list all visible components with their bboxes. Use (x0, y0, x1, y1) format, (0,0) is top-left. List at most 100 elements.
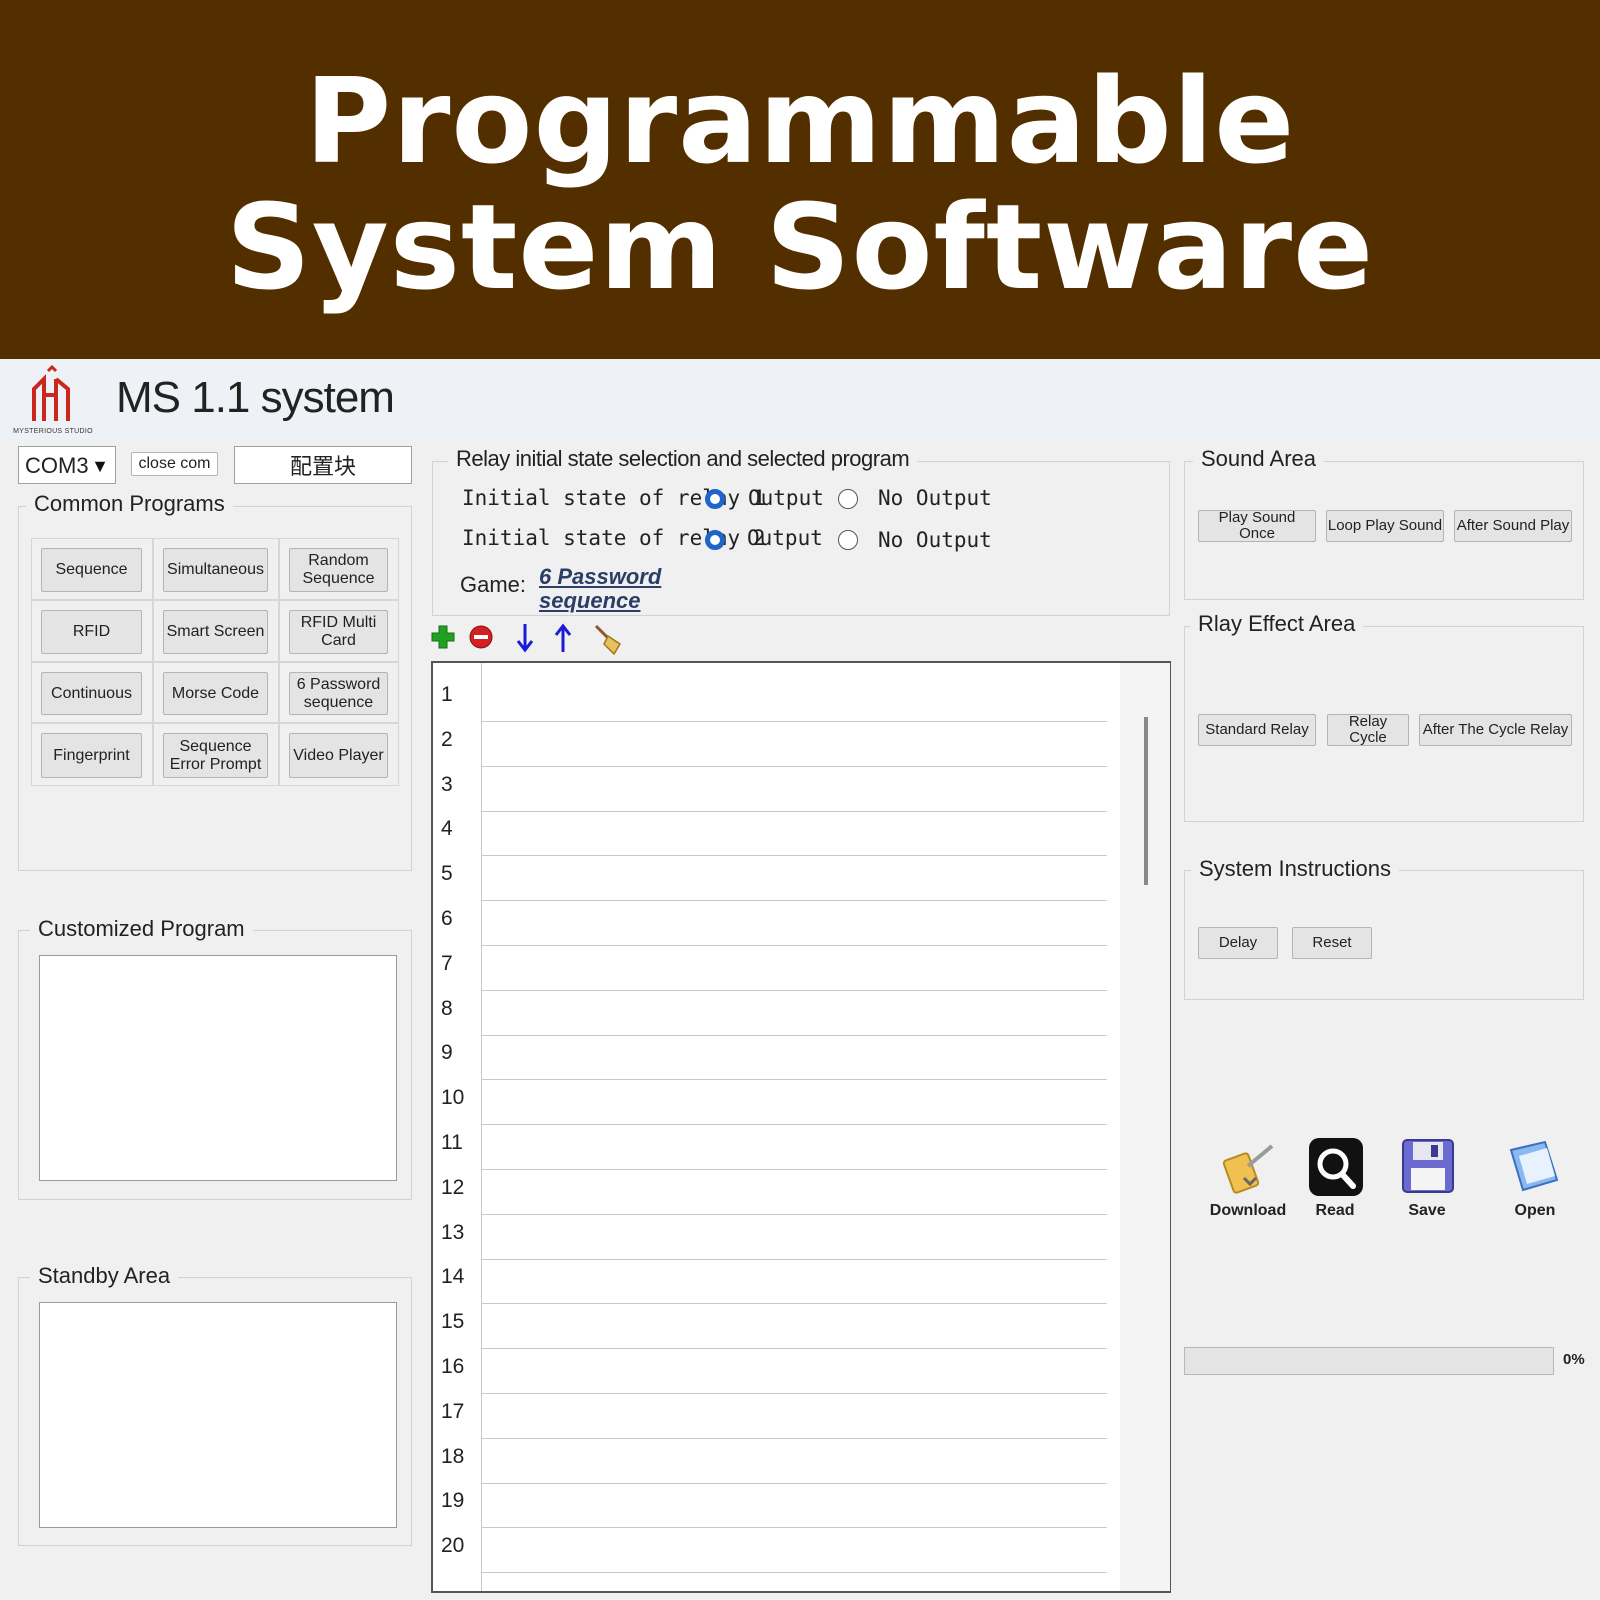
download-label: Download (1209, 1202, 1287, 1219)
row-number: 11 (441, 1131, 463, 1154)
table-row[interactable] (481, 1213, 1107, 1215)
table-row[interactable] (481, 900, 1107, 902)
program-button-sequence[interactable]: Sequence (41, 548, 142, 592)
system-instructions-title: System Instructions (1191, 856, 1399, 882)
config-block-field[interactable]: 配置块 (234, 446, 412, 484)
arrow-down-icon[interactable] (514, 622, 536, 654)
relay-effect-title: Rlay Effect Area (1190, 611, 1364, 637)
table-row[interactable] (481, 1079, 1107, 1081)
row-number: 2 (441, 727, 453, 751)
config-block-label: 配置块 (289, 454, 356, 479)
banner-title-line1: Programmable (304, 52, 1296, 190)
open-tool[interactable]: Open (1485, 1132, 1585, 1232)
common-programs-title: Common Programs (26, 491, 233, 517)
logo-text: MYSTERIOUS STUDIO (13, 428, 93, 435)
row-number: 1 (441, 683, 453, 706)
program-steps-list[interactable]: 1 2 3 4 5 6 7 8 9 10 11 12 13 14 15 16 17 18 19 20 (431, 661, 1171, 1593)
table-row[interactable] (481, 1124, 1107, 1126)
customized-program-list[interactable] (39, 955, 397, 1181)
delay-button[interactable]: Delay (1198, 927, 1278, 959)
program-button-simultaneous[interactable]: Simultaneous (163, 548, 268, 592)
progress-bar (1184, 1347, 1554, 1375)
banner-title-line2: System Software (225, 178, 1375, 316)
save-tool[interactable]: Save (1377, 1132, 1477, 1232)
game-link-line2[interactable]: sequence (539, 588, 641, 614)
relay-cycle-button[interactable]: Relay Cycle (1327, 713, 1409, 746)
relay1-no-output-radio[interactable] (838, 489, 858, 509)
row-number: 17 (441, 1399, 465, 1423)
program-button-6-password-sequence[interactable]: 6 Password sequence (289, 672, 388, 715)
game-label: Game: (460, 572, 527, 597)
row-number: 20 (441, 1534, 465, 1558)
port-value: COM3 (25, 453, 89, 478)
row-number: 10 (441, 1086, 465, 1110)
standby-area-list[interactable] (39, 1302, 397, 1528)
standard-relay-button[interactable]: Standard Relay (1198, 714, 1316, 746)
table-row[interactable] (481, 765, 1107, 767)
customized-program-title: Customized Program (30, 916, 253, 942)
port-select[interactable]: COM3 ▼ (18, 446, 116, 484)
program-button-random-sequence[interactable]: Random Sequence (289, 548, 388, 592)
table-row[interactable] (481, 855, 1107, 857)
scrollbar-thumb[interactable] (1144, 717, 1148, 885)
program-button-video-player[interactable]: Video Player (289, 733, 388, 778)
app-logo: MYSTERIOUS STUDIO (8, 364, 93, 435)
close-com-button[interactable]: close com (131, 452, 218, 476)
table-row[interactable] (481, 945, 1107, 946)
game-link-line1[interactable]: 6 Password (539, 564, 661, 590)
relay2-no-output-label: No Output (878, 528, 992, 552)
table-row[interactable] (481, 1527, 1107, 1529)
app-header: MYSTERIOUS STUDIO MS 1.1 system (0, 359, 1600, 439)
arrow-up-icon[interactable] (552, 622, 574, 654)
after-cycle-relay-button[interactable]: After The Cycle Relay (1419, 714, 1572, 746)
progress-label: 0% (1563, 1351, 1585, 1368)
table-row[interactable] (481, 1034, 1107, 1036)
table-row[interactable] (481, 1169, 1107, 1170)
program-button-morse-code[interactable]: Morse Code (163, 672, 268, 715)
relay1-output-radio[interactable] (705, 489, 725, 509)
reset-button[interactable]: Reset (1292, 927, 1372, 959)
program-button-fingerprint[interactable]: Fingerprint (41, 733, 142, 778)
loop-play-sound-button[interactable]: Loop Play Sound (1326, 510, 1444, 542)
table-row[interactable] (481, 1303, 1107, 1305)
save-icon (1402, 1139, 1454, 1193)
remove-icon[interactable] (468, 624, 494, 650)
relay2-output-radio[interactable] (705, 530, 725, 550)
row-number: 8 (441, 996, 453, 1020)
program-button-smart-screen[interactable]: Smart Screen (163, 610, 268, 654)
table-row[interactable] (481, 1258, 1107, 1260)
table-row[interactable] (481, 1437, 1107, 1439)
read-tool[interactable]: Read (1285, 1132, 1385, 1232)
relay1-no-output-label: No Output (878, 486, 992, 510)
table-row[interactable] (481, 810, 1107, 812)
program-button-rfid-multi-card[interactable]: RFID Multi Card (289, 610, 388, 654)
logo-icon (32, 364, 70, 421)
sound-area-title: Sound Area (1193, 446, 1324, 472)
save-label: Save (1408, 1202, 1446, 1219)
program-button-continuous[interactable]: Continuous (41, 672, 142, 715)
chevron-down-icon: ▼ (91, 456, 109, 476)
download-tool[interactable]: Download (1198, 1132, 1298, 1232)
relay2-no-output-radio[interactable] (838, 530, 858, 550)
after-sound-play-button[interactable]: After Sound Play (1454, 510, 1572, 542)
promo-banner: Programmable System Software (0, 0, 1600, 359)
table-row[interactable] (481, 989, 1107, 991)
download-icon (1222, 1144, 1274, 1194)
broom-icon[interactable] (592, 622, 626, 656)
table-row[interactable] (481, 1482, 1107, 1484)
app-title: MS 1.1 system (116, 373, 395, 422)
row-number: 5 (441, 862, 453, 886)
row-number: 4 (441, 817, 453, 841)
table-row[interactable] (481, 721, 1107, 722)
relay1-output-label: Output (748, 486, 824, 510)
standby-area-title: Standby Area (30, 1263, 179, 1289)
table-row[interactable] (481, 1572, 1107, 1574)
program-button-sequence-error-prompt[interactable]: Sequence Error Prompt (163, 733, 268, 778)
play-sound-once-button[interactable]: Play Sound Once (1198, 509, 1316, 542)
table-row[interactable] (481, 1393, 1107, 1394)
vertical-scrollbar[interactable] (1120, 663, 1170, 1591)
program-button-rfid[interactable]: RFID (41, 610, 142, 654)
add-icon[interactable] (430, 624, 456, 650)
row-number: 14 (441, 1265, 465, 1289)
table-row[interactable] (481, 1348, 1107, 1350)
